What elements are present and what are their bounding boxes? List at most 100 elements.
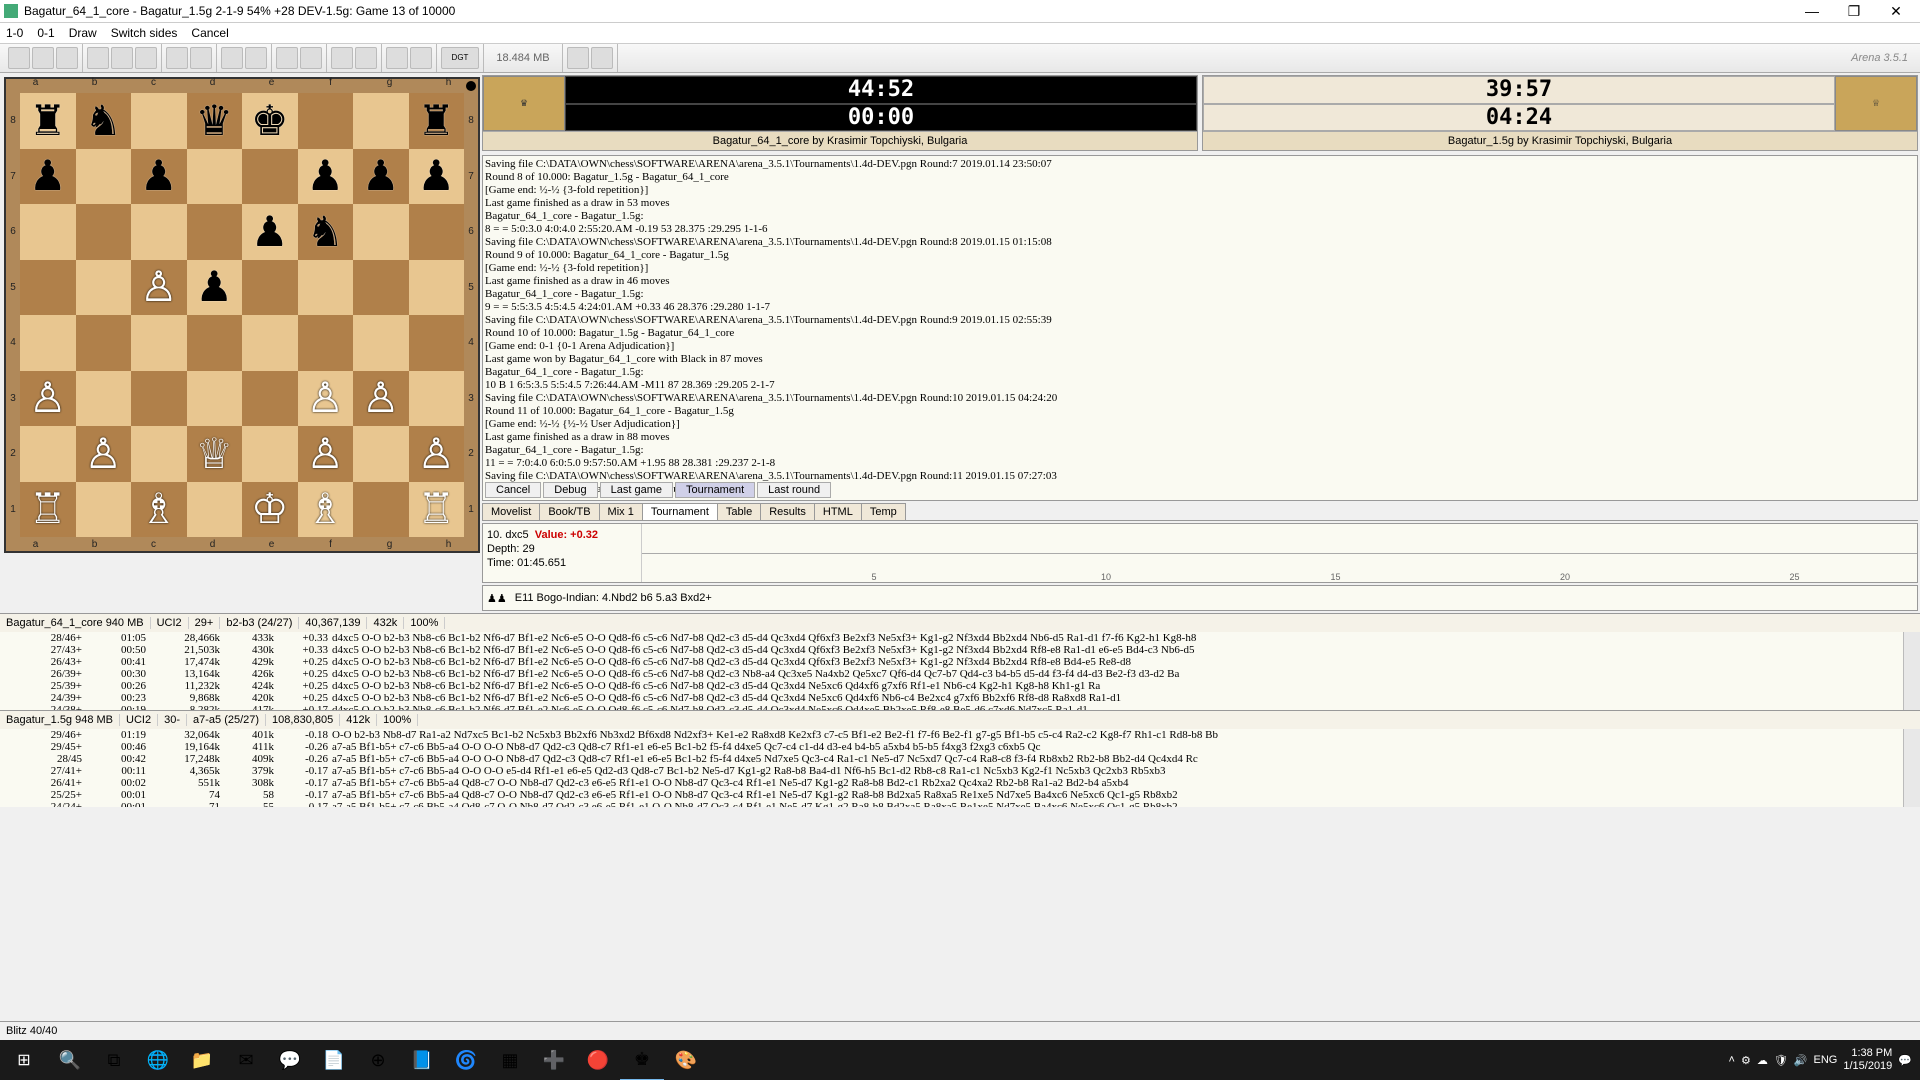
tab-movelist[interactable]: Movelist: [482, 503, 540, 520]
square[interactable]: [20, 426, 76, 482]
edge-icon[interactable]: 🌀: [444, 1040, 488, 1080]
tool-icon[interactable]: [135, 47, 157, 69]
piece[interactable]: ♖: [417, 488, 455, 530]
engine-row[interactable]: 26/43+00:4117,474k429k+0.25d4xc5 O-O b2-…: [0, 656, 1920, 668]
piece[interactable]: ♙: [84, 433, 122, 475]
zoom-icon[interactable]: [300, 47, 322, 69]
square[interactable]: ♟: [409, 149, 465, 205]
app-icon[interactable]: ➕: [532, 1040, 576, 1080]
square[interactable]: ♟: [298, 149, 354, 205]
square[interactable]: [76, 260, 132, 316]
square[interactable]: ♙: [353, 371, 409, 427]
maximize-button[interactable]: ❐: [1834, 1, 1874, 21]
tray-icon[interactable]: ☁: [1757, 1054, 1768, 1067]
piece[interactable]: ♚: [251, 100, 289, 142]
square[interactable]: [187, 204, 243, 260]
piece[interactable]: ♞: [84, 100, 122, 142]
square[interactable]: ♖: [20, 482, 76, 538]
square[interactable]: [298, 315, 354, 371]
tool-icon[interactable]: [87, 47, 109, 69]
taskview-icon[interactable]: ⧉: [92, 1040, 136, 1080]
piece[interactable]: ♟: [140, 155, 178, 197]
outlook-icon[interactable]: ✉: [224, 1040, 268, 1080]
square[interactable]: [131, 93, 187, 149]
ie-icon[interactable]: 🌐: [136, 1040, 180, 1080]
tool-icon[interactable]: [245, 47, 267, 69]
start-button[interactable]: ⊞: [0, 1040, 48, 1080]
engine-row[interactable]: 28/46+01:0528,466k433k+0.33d4xc5 O-O b2-…: [0, 632, 1920, 644]
square[interactable]: [353, 482, 409, 538]
square[interactable]: ♛: [187, 93, 243, 149]
engine-row[interactable]: 28/4500:4217,248k409k-0.26a7-a5 Bf1-b5+ …: [0, 753, 1920, 765]
tab-mix 1[interactable]: Mix 1: [599, 503, 643, 520]
search-icon[interactable]: 🔍: [48, 1040, 92, 1080]
tray-icon[interactable]: 🛡: [1774, 1054, 1788, 1067]
piece[interactable]: ♞: [306, 211, 344, 253]
app-icon[interactable]: ⊕: [356, 1040, 400, 1080]
piece[interactable]: ♜: [29, 100, 67, 142]
piece[interactable]: ♟: [251, 211, 289, 253]
square[interactable]: ♟: [131, 149, 187, 205]
square[interactable]: [187, 315, 243, 371]
square[interactable]: [131, 204, 187, 260]
square[interactable]: [409, 371, 465, 427]
log-tournament-button[interactable]: Tournament: [675, 482, 755, 498]
square[interactable]: [298, 93, 354, 149]
system-tray[interactable]: ˄ ⚙ ☁ 🛡 🔊 ENG 1:38 PM1/15/2019 💬: [1729, 1047, 1920, 1073]
menu-draw[interactable]: Draw: [69, 26, 97, 40]
arena-icon[interactable]: ♚: [620, 1039, 664, 1080]
paint-icon[interactable]: 🎨: [664, 1040, 708, 1080]
square[interactable]: ♙: [298, 426, 354, 482]
menu-1-0[interactable]: 1-0: [6, 26, 23, 40]
tool-icon[interactable]: [111, 47, 133, 69]
engine2-table[interactable]: 29/46+01:1932,064k401k-0.18O-O b2-b3 Nb8…: [0, 729, 1920, 807]
engine1-table[interactable]: 28/46+01:0528,466k433k+0.33d4xc5 O-O b2-…: [0, 632, 1920, 710]
engine-row[interactable]: 24/38+00:198,282k417k+0.17d4xc5 O-O b2-b…: [0, 704, 1920, 710]
engine-row[interactable]: 26/41+00:02551k308k-0.17a7-a5 Bf1-b5+ c7…: [0, 777, 1920, 789]
tray-lang[interactable]: ENG: [1814, 1054, 1838, 1066]
piece[interactable]: ♟: [306, 155, 344, 197]
log-lastgame-button[interactable]: Last game: [600, 482, 673, 498]
taskbar[interactable]: ⊞ 🔍 ⧉ 🌐 📁 ✉ 💬 📄 ⊕ 📘 🌀 ▦ ➕ 🔴 ♚ 🎨 ˄ ⚙ ☁ 🛡 …: [0, 1040, 1920, 1080]
tool-icon[interactable]: [331, 47, 353, 69]
engine-row[interactable]: 25/39+00:2611,232k424k+0.25d4xc5 O-O b2-…: [0, 680, 1920, 692]
zoom-icon[interactable]: [276, 47, 298, 69]
engine-row[interactable]: 24/39+00:239,868k420k+0.25d4xc5 O-O b2-b…: [0, 692, 1920, 704]
square[interactable]: [353, 204, 409, 260]
menu-cancel[interactable]: Cancel: [191, 26, 228, 40]
square[interactable]: ♙: [76, 426, 132, 482]
engine-row[interactable]: 26/39+00:3013,164k426k+0.25d4xc5 O-O b2-…: [0, 668, 1920, 680]
skype-icon[interactable]: 💬: [268, 1040, 312, 1080]
nav-last-icon[interactable]: [190, 47, 212, 69]
square[interactable]: [409, 315, 465, 371]
tray-chevron-icon[interactable]: ˄: [1729, 1054, 1735, 1066]
tool-icon[interactable]: [355, 47, 377, 69]
square[interactable]: [76, 315, 132, 371]
tab-tournament[interactable]: Tournament: [642, 503, 718, 520]
square[interactable]: [76, 482, 132, 538]
square[interactable]: [242, 260, 298, 316]
piece[interactable]: ♟: [362, 155, 400, 197]
tournament-log[interactable]: Saving file C:\DATA\OWN\chess\SOFTWARE\A…: [482, 155, 1918, 501]
tab-table[interactable]: Table: [717, 503, 761, 520]
chessboard[interactable]: abcdefgh abcdefgh 87654321 87654321 ♜♞♛♚…: [4, 77, 480, 553]
dgt-icon[interactable]: DGT: [441, 47, 479, 69]
square[interactable]: ♗: [298, 482, 354, 538]
piece[interactable]: ♙: [306, 377, 344, 419]
piece[interactable]: ♕: [195, 433, 233, 475]
square[interactable]: [76, 204, 132, 260]
square[interactable]: [76, 149, 132, 205]
piece[interactable]: ♖: [29, 488, 67, 530]
square[interactable]: ♜: [409, 93, 465, 149]
square[interactable]: ♚: [242, 93, 298, 149]
piece[interactable]: ♜: [417, 100, 455, 142]
square[interactable]: ♟: [242, 204, 298, 260]
square[interactable]: [20, 204, 76, 260]
piece[interactable]: ♙: [362, 377, 400, 419]
piece[interactable]: ♙: [140, 266, 178, 308]
square[interactable]: [20, 260, 76, 316]
square[interactable]: ♔: [242, 482, 298, 538]
square[interactable]: [353, 93, 409, 149]
square[interactable]: [353, 260, 409, 316]
app-icon[interactable]: 📄: [312, 1040, 356, 1080]
